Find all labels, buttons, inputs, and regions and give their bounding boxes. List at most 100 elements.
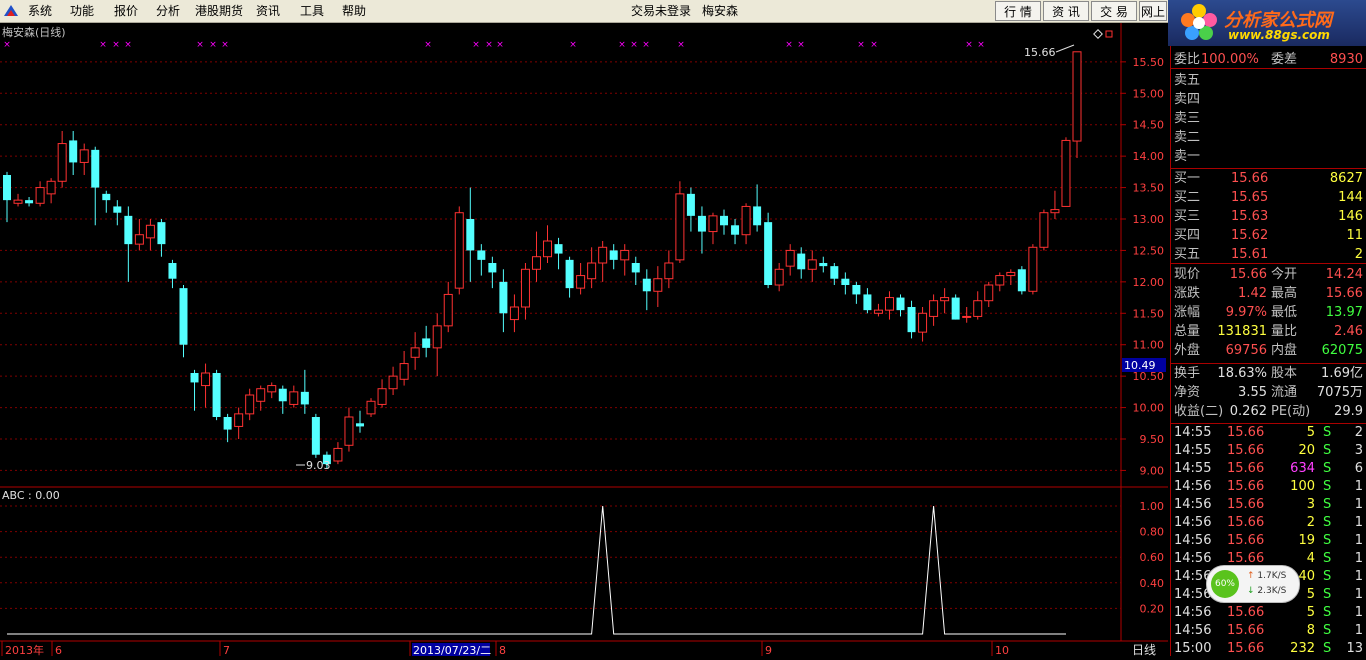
candle-body: [509, 306, 519, 321]
stat-label: 最高: [1271, 286, 1298, 301]
y-tick-label: 13.00: [1133, 213, 1165, 226]
tab-info[interactable]: 资 讯: [1043, 1, 1089, 21]
y-tick-label: 9.00: [1140, 464, 1165, 477]
tick-count: 1: [1354, 533, 1363, 548]
sell-level-row: 卖三: [1171, 110, 1366, 128]
period-label: 日线: [1132, 643, 1156, 656]
tick-side: S: [1323, 551, 1332, 566]
candle: [311, 413, 320, 458]
tab-market[interactable]: 行 情: [995, 1, 1041, 21]
chart-panel[interactable]: 梅安森(日线) × × × × × × × × × × × × × × × × × × × × × × 15.50 15.0…: [0, 23, 1168, 657]
tick-side: S: [1323, 623, 1332, 638]
candle-body: [884, 297, 894, 311]
menu-quote[interactable]: 报价: [114, 3, 138, 19]
kline-chart[interactable]: 梅安森(日线) × × × × × × × × × × × × × × × × × × × × × × 15.5015.0…: [0, 23, 1168, 657]
tick-side: S: [1323, 461, 1332, 476]
tick-side: S: [1323, 605, 1332, 620]
buy-level-volume: 146: [1338, 209, 1363, 224]
buy-level-price: 15.61: [1231, 247, 1269, 262]
tick-count: 1: [1354, 569, 1363, 584]
candle-body: [807, 259, 817, 270]
candle-body: [477, 250, 486, 260]
signal-marker: ×: [797, 40, 805, 50]
candle-body: [91, 149, 100, 188]
candle-body: [598, 246, 608, 264]
candle-body: [697, 215, 706, 232]
tick-time: 14:55: [1174, 443, 1212, 458]
current-stock-name: 梅安森: [702, 4, 739, 18]
candle-body: [918, 312, 928, 333]
menu-news[interactable]: 资讯: [256, 3, 280, 19]
candle-body: [201, 372, 211, 387]
tick-volume: 40: [1298, 569, 1315, 584]
trade-tick-row: 15:00 15.66 232 S 13: [1171, 640, 1366, 658]
candle: [675, 181, 685, 263]
current-price-tag-text: 10.49: [1124, 359, 1156, 372]
y-tick-label: 10.00: [1133, 402, 1165, 415]
candle-body: [543, 240, 553, 258]
tick-price: 15.66: [1227, 425, 1265, 440]
buy-level-volume: 11: [1346, 228, 1363, 243]
x-tick-label: 2013年: [5, 643, 44, 656]
candle-body: [1006, 271, 1016, 277]
sell-level-row: 卖四: [1171, 91, 1366, 109]
net-speed-widget[interactable]: 60% ↑ 1.7K/S ↓ 2.3K/S: [1206, 565, 1300, 603]
candle-body: [830, 266, 839, 279]
candle-body: [720, 215, 729, 226]
candle-body: [3, 175, 11, 201]
trade-tick-row: 14:55 15.66 5 S 2: [1171, 424, 1366, 442]
tick-time: 14:56: [1174, 551, 1212, 566]
tab-trade[interactable]: 交 易: [1091, 1, 1137, 21]
sell-level-row: 卖五: [1171, 72, 1366, 90]
tick-side: S: [1323, 479, 1332, 494]
candle-body: [841, 278, 850, 285]
x-tick-label: 6: [55, 644, 62, 656]
signal-marker: ×: [209, 40, 217, 50]
candle-body: [995, 275, 1005, 286]
menu-system[interactable]: 系统: [28, 3, 52, 19]
y-tick-label: 9.50: [1140, 433, 1165, 446]
sell-level-label: 卖三: [1174, 111, 1201, 126]
candle-body: [278, 388, 287, 402]
candle-body: [785, 249, 795, 267]
candle-body: [300, 391, 309, 405]
candle-body: [46, 180, 56, 195]
low-label: 9.03: [306, 459, 331, 472]
menu-hk-futures[interactable]: 港股期货: [195, 3, 243, 19]
sell-level-label: 卖一: [1174, 149, 1201, 164]
candle-body: [565, 259, 574, 289]
tick-volume: 8: [1306, 623, 1315, 638]
candle: [1017, 266, 1026, 295]
stat-value: 15.66: [1229, 267, 1267, 282]
candle-body: [355, 423, 364, 427]
signal-marker: ×: [3, 40, 11, 50]
candle-body: [1072, 51, 1082, 142]
tick-side: S: [1323, 497, 1332, 512]
ad-banner[interactable]: 分析家公式网 www.88gs.com: [1168, 0, 1366, 46]
candle-body: [675, 193, 685, 261]
x-tick-label: 7: [223, 644, 230, 656]
candle: [366, 398, 376, 417]
sell-level-row: 卖一: [1171, 148, 1366, 166]
tab-online[interactable]: 网上: [1139, 1, 1167, 21]
signal-marker: ×: [472, 40, 480, 50]
tick-price: 15.66: [1227, 605, 1265, 620]
stat-value: 14.24: [1325, 267, 1363, 282]
finance-label: 股本: [1271, 366, 1298, 381]
candle-body: [245, 394, 255, 415]
menu-help[interactable]: 帮助: [342, 3, 366, 19]
tick-count: 1: [1354, 623, 1363, 638]
menu-analysis[interactable]: 分析: [156, 3, 180, 19]
buy-level-row: 买五 15.61 2: [1171, 246, 1366, 264]
indicator-tick-label: 0.60: [1140, 551, 1165, 564]
menu-tools[interactable]: 工具: [300, 3, 324, 19]
menu-function[interactable]: 功能: [70, 3, 94, 19]
tick-volume: 3: [1306, 497, 1315, 512]
stat-row: 外盘 69756 内盘 62075: [1171, 342, 1366, 360]
stat-row: 总量 131831 量比 2.46: [1171, 323, 1366, 341]
stat-value: 15.66: [1325, 286, 1363, 301]
signal-marker: ×: [112, 40, 120, 50]
buy-level-label: 买三: [1174, 209, 1201, 224]
candle-body: [57, 143, 67, 182]
candle-body: [731, 225, 740, 235]
